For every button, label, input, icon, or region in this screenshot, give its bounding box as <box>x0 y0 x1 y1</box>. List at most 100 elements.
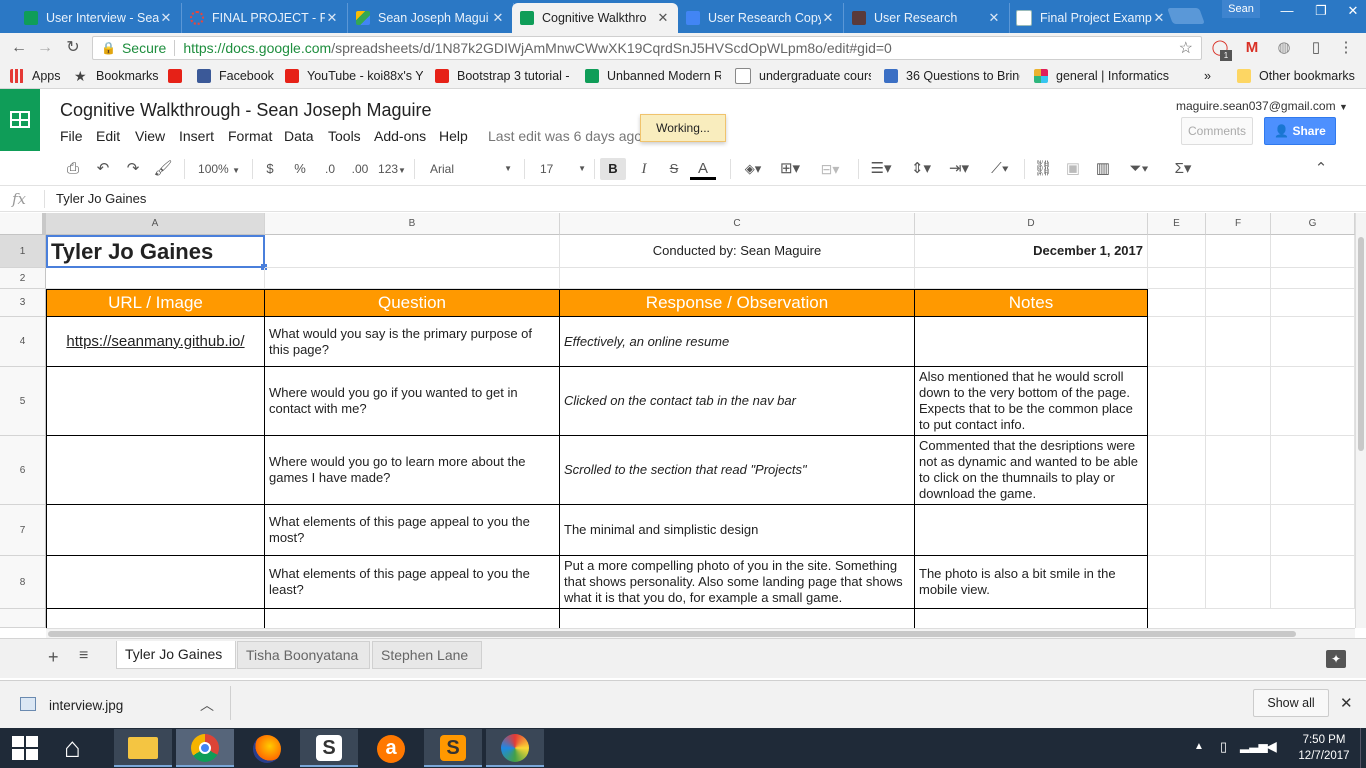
document-title[interactable]: Cognitive Walkthrough - Sean Joseph Magu… <box>60 100 432 121</box>
font-select[interactable]: Arial ▼ <box>424 158 518 180</box>
decrease-decimal-button[interactable]: .0 <box>318 158 342 180</box>
menu-icon[interactable]: ⋮ <box>1336 38 1356 58</box>
home-icon[interactable]: ⌂ <box>64 732 81 764</box>
cell-url-link[interactable] <box>46 436 265 505</box>
cell[interactable] <box>46 609 265 628</box>
cell-notes[interactable]: The photo is also a bit smile in the mob… <box>915 556 1148 609</box>
bookmark-youtube-koi[interactable]: YouTube - koi88x's Y <box>285 67 423 85</box>
browser-tab-active[interactable]: Cognitive Walkthro ✕ <box>512 3 678 33</box>
functions-icon[interactable]: Σ▾ <box>1166 158 1200 180</box>
cell[interactable] <box>915 268 1148 289</box>
forward-icon[interactable]: → <box>34 37 56 59</box>
cell[interactable] <box>915 609 1148 628</box>
cell[interactable] <box>1148 367 1206 436</box>
cell[interactable] <box>1148 436 1206 505</box>
new-tab-button[interactable] <box>1167 8 1205 24</box>
battery-icon[interactable]: ▯ <box>1220 739 1227 755</box>
cell[interactable] <box>1271 505 1355 556</box>
explore-icon[interactable]: ✦ <box>1326 650 1346 668</box>
browser-tab[interactable]: User Research Copy ✕ <box>678 3 844 33</box>
row-header[interactable]: 5 <box>0 367 46 436</box>
close-icon[interactable]: ✕ <box>656 10 670 26</box>
cell[interactable] <box>1206 436 1271 505</box>
cell[interactable] <box>1271 367 1355 436</box>
horizontal-scroll-thumb[interactable] <box>48 631 1296 637</box>
bookmark-undergraduate[interactable]: undergraduate cours <box>735 67 871 85</box>
cell[interactable] <box>1206 268 1271 289</box>
cell[interactable] <box>1271 556 1355 609</box>
show-hidden-icons[interactable]: ▲ <box>1194 741 1204 752</box>
cell-response[interactable]: Clicked on the contact tab in the nav ba… <box>560 367 915 436</box>
undo-icon[interactable]: ↶ <box>92 158 114 180</box>
cell-response[interactable]: The minimal and simplistic design <box>560 505 915 556</box>
paint-icon[interactable] <box>486 729 544 767</box>
cell-notes[interactable]: Also mentioned that he would scroll down… <box>915 367 1148 436</box>
cell[interactable] <box>1206 289 1271 317</box>
text-rotation-icon[interactable]: ⟋▾ <box>984 158 1016 180</box>
cell-response[interactable]: Put a more compelling photo of you in th… <box>560 556 915 609</box>
redo-icon[interactable]: ↷ <box>122 158 144 180</box>
column-header-g[interactable]: G <box>1271 213 1355 235</box>
cell-a1-interviewee-name[interactable]: Tyler Jo Gaines <box>46 235 265 268</box>
gmail-icon[interactable]: M <box>1242 38 1262 58</box>
row-header[interactable]: 4 <box>0 317 46 367</box>
borders-icon[interactable]: ⊞▾ <box>776 158 804 180</box>
cell-url-link[interactable] <box>46 556 265 609</box>
cell[interactable] <box>265 609 560 628</box>
cell-url-link[interactable]: https://seanmany.github.io/ <box>46 317 265 367</box>
horizontal-scrollbar[interactable] <box>46 628 1355 638</box>
menu-view[interactable]: View <box>135 128 165 144</box>
vertical-align-icon[interactable]: ⇕▾ <box>906 158 936 180</box>
bookmark-bootstrap[interactable]: Bootstrap 3 tutorial - <box>435 67 573 85</box>
sheet-tab-active[interactable]: Tyler Jo Gaines ▼ <box>116 641 236 687</box>
sheet-tab[interactable]: Stephen Lane ▼ <box>372 641 482 688</box>
cell-question[interactable]: What elements of this page appeal to you… <box>265 556 560 609</box>
vertical-scrollbar[interactable] <box>1355 213 1366 628</box>
close-icon[interactable]: ✕ <box>491 10 505 26</box>
cell[interactable] <box>1206 235 1271 268</box>
insert-comment-icon[interactable]: ▣ <box>1062 158 1084 180</box>
cell[interactable] <box>1271 235 1355 268</box>
cell-notes[interactable]: Commented that the desriptions were not … <box>915 436 1148 505</box>
font-size-select[interactable]: 17 ▼ <box>532 158 590 180</box>
file-explorer-icon[interactable] <box>114 729 172 767</box>
minimize-icon[interactable]: — <box>1270 0 1304 22</box>
account-email[interactable]: maguire.sean037@gmail.com ▼ <box>1176 99 1348 113</box>
close-window-icon[interactable]: ✕ <box>1336 0 1366 22</box>
merge-cells-icon[interactable]: ⊟▾ <box>816 158 844 180</box>
formula-input[interactable]: Tyler Jo Gaines <box>56 191 146 206</box>
menu-data[interactable]: Data <box>284 128 314 144</box>
show-desktop-button[interactable] <box>1360 728 1366 768</box>
network-icon[interactable]: ▂▃▅ <box>1240 739 1268 753</box>
cell-response[interactable]: Scrolled to the section that read "Proje… <box>560 436 915 505</box>
cell[interactable] <box>560 268 915 289</box>
taskbar-date[interactable]: 12/7/2017 <box>1294 750 1354 762</box>
increase-decimal-button[interactable]: .00 <box>346 158 374 180</box>
text-wrap-icon[interactable]: ⇥▾ <box>944 158 974 180</box>
menu-help[interactable]: Help <box>439 128 468 144</box>
menu-edit[interactable]: Edit <box>96 128 120 144</box>
header-response[interactable]: Response / Observation <box>560 289 915 317</box>
close-icon[interactable]: ✕ <box>1152 10 1166 26</box>
zoom-select[interactable]: 100% ▼ <box>192 158 246 180</box>
cell[interactable] <box>265 268 560 289</box>
column-header-c[interactable]: C <box>560 213 915 235</box>
more-formats-button[interactable]: 123▼ <box>376 158 408 180</box>
cell[interactable] <box>1271 268 1355 289</box>
maximize-icon[interactable]: ❐ <box>1304 0 1338 22</box>
extension-icon[interactable]: ◍ <box>1274 38 1294 58</box>
cast-icon[interactable]: ▯ <box>1306 38 1326 58</box>
chevron-up-icon[interactable]: ︿ <box>200 695 214 715</box>
column-header-f[interactable]: F <box>1206 213 1271 235</box>
select-all-corner[interactable] <box>0 213 46 235</box>
add-sheet-icon[interactable]: + <box>48 647 59 668</box>
bookmark-unbanned[interactable]: Unbanned Modern R <box>585 67 721 85</box>
cell-notes[interactable] <box>915 505 1148 556</box>
align-left-icon[interactable]: ☰▾ <box>866 158 896 180</box>
browser-tab[interactable]: User Research ✕ <box>844 3 1010 33</box>
column-header-a[interactable]: A <box>46 213 265 235</box>
row-header[interactable]: 6 <box>0 436 46 505</box>
cell[interactable] <box>1206 367 1271 436</box>
share-button[interactable]: 👤 Share <box>1264 117 1336 145</box>
firefox-icon[interactable] <box>238 731 296 767</box>
